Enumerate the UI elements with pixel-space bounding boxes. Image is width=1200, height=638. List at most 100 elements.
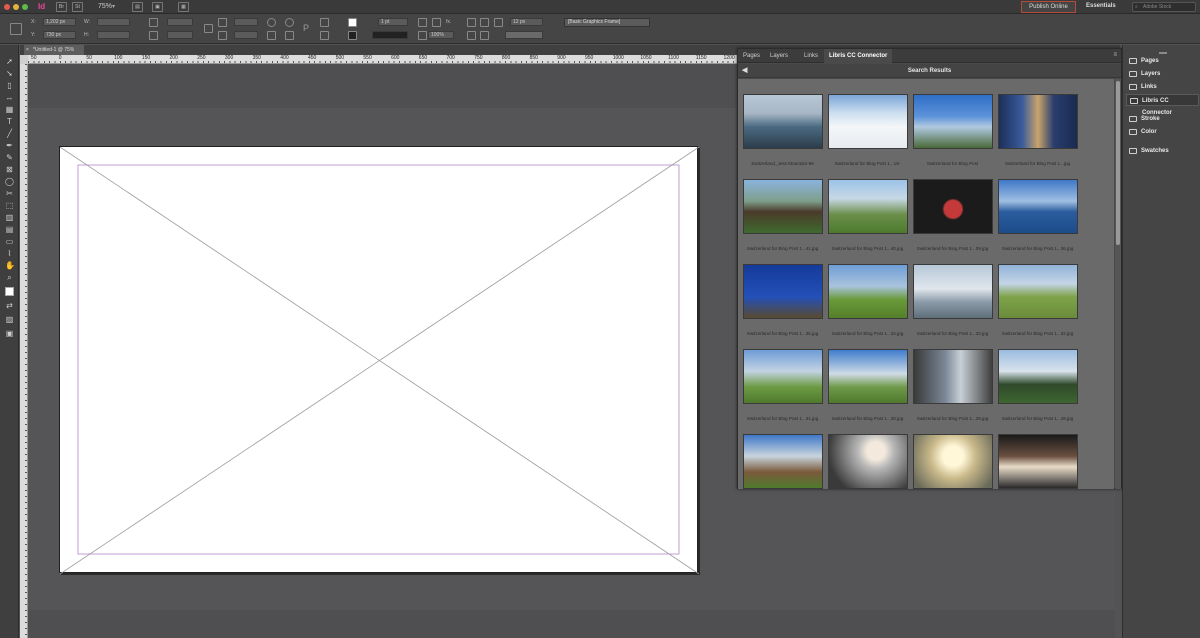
- stock-icon[interactable]: St: [72, 2, 83, 12]
- scale-y-field[interactable]: [167, 31, 193, 39]
- zoom-level[interactable]: 75%: [98, 3, 112, 10]
- vertical-ruler[interactable]: [20, 64, 28, 638]
- result-thumbnail[interactable]: Switzerland for Blog Post 1...19-: [825, 89, 910, 174]
- zoom-window-button[interactable]: [22, 4, 28, 10]
- document-page[interactable]: [59, 146, 699, 574]
- workspace-switcher[interactable]: Essentials: [1086, 3, 1116, 9]
- content-collector-icon[interactable]: ▦: [5, 105, 14, 114]
- horizontal-ruler[interactable]: 50 0 50 100 150 200 250 300 350 400 450 500 550 600 65…: [28, 55, 740, 64]
- panel-menu-icon[interactable]: ≡: [1113, 52, 1117, 58]
- result-thumbnail[interactable]: Switzerland_Jess Mountain-96: [740, 89, 825, 174]
- object-style-select[interactable]: [Basic Graphics Frame]: [564, 18, 650, 27]
- minimize-window-button[interactable]: [13, 4, 19, 10]
- result-thumbnail[interactable]: Switzerland for Blog Post 1...34.jpg: [825, 259, 910, 344]
- flip-vertical-icon[interactable]: [285, 31, 294, 40]
- result-thumbnail[interactable]: [740, 429, 825, 489]
- graphics-frame-placeholder[interactable]: [60, 147, 699, 574]
- search-input[interactable]: ⌕ Adobe Stock: [1132, 2, 1196, 12]
- direct-selection-tool-icon[interactable]: ➘: [5, 69, 14, 78]
- result-thumbnail[interactable]: Switzerland for Blog Post 1...40.jpg: [825, 174, 910, 259]
- result-thumbnail[interactable]: Switzerland for Blog Post 1...33.jpg: [910, 259, 995, 344]
- dock-item-libris-cc-connector[interactable]: Libris CC Connector: [1126, 94, 1199, 116]
- gradient-feather-icon[interactable]: ▤: [5, 225, 14, 234]
- arrange-documents-icon[interactable]: ▦: [178, 2, 189, 12]
- effects-icon[interactable]: [432, 18, 441, 27]
- bridge-icon[interactable]: Br: [56, 2, 67, 12]
- chevron-down-icon[interactable]: ▾: [112, 3, 115, 10]
- dock-item-pages[interactable]: Pages: [1126, 55, 1199, 67]
- dock-grip[interactable]: [1159, 52, 1167, 54]
- rectangle-frame-tool-icon[interactable]: ⊠: [5, 165, 14, 174]
- result-thumbnail[interactable]: Switzerland for Blog Post 1...30.jpg: [825, 344, 910, 429]
- free-transform-tool-icon[interactable]: ⬚: [5, 201, 14, 210]
- result-thumbnail[interactable]: [825, 429, 910, 489]
- back-arrow-icon[interactable]: ◀: [742, 64, 747, 78]
- zoom-tool-icon[interactable]: ⌕: [5, 273, 14, 282]
- pencil-tool-icon[interactable]: ✎: [5, 153, 14, 162]
- close-window-button[interactable]: [4, 4, 10, 10]
- screen-mode-icon[interactable]: ▣: [152, 2, 163, 12]
- dock-item-swatches[interactable]: Swatches: [1126, 145, 1199, 157]
- result-thumbnail[interactable]: Switzerland for Blog Post 1...jpg: [995, 89, 1080, 174]
- gutter-field[interactable]: 12 px: [510, 18, 543, 26]
- close-tab-icon[interactable]: ×: [26, 45, 29, 55]
- panel-scrollbar[interactable]: [1115, 79, 1121, 489]
- panel-scroll-thumb[interactable]: [1116, 81, 1120, 245]
- panel-tab-links[interactable]: Links: [799, 49, 823, 63]
- result-thumbnail[interactable]: Switzerland for Blog Post 1...41.jpg: [740, 174, 825, 259]
- corner-options-icon[interactable]: [494, 18, 503, 27]
- result-thumbnail[interactable]: Switzerland for Blog Post 1...09.jpg: [910, 174, 995, 259]
- ellipse-tool-icon[interactable]: ◯: [5, 177, 14, 186]
- fit-frame-icon[interactable]: [480, 31, 489, 40]
- swap-fill-stroke-icon[interactable]: ⇄: [5, 301, 14, 310]
- dock-item-layers[interactable]: Layers: [1126, 68, 1199, 80]
- result-thumbnail[interactable]: [995, 429, 1080, 489]
- gradient-tool-icon[interactable]: ▥: [5, 213, 14, 222]
- reference-point-icon[interactable]: [10, 23, 22, 35]
- pen-tool-icon[interactable]: ✒: [5, 141, 14, 150]
- ruler-origin[interactable]: [20, 55, 28, 64]
- stroke-swatch-icon[interactable]: [348, 31, 357, 40]
- fill-stroke-swatch-icon[interactable]: [5, 287, 14, 296]
- corner-shape-select[interactable]: [505, 31, 543, 39]
- dock-item-color[interactable]: Color: [1126, 126, 1199, 138]
- shear-field[interactable]: [234, 31, 258, 39]
- rotation-field[interactable]: [234, 18, 258, 26]
- panel-tab-libris-cc-connector[interactable]: Libris CC Connector: [824, 49, 893, 63]
- wrap-none-icon[interactable]: [467, 18, 476, 27]
- rotate-cw-icon[interactable]: [267, 18, 276, 27]
- rotate-ccw-icon[interactable]: [285, 18, 294, 27]
- result-thumbnail[interactable]: Switzerland for Blog Post 1...29.jpg: [910, 344, 995, 429]
- result-thumbnail[interactable]: Switzerland for Blog Post 1...31.jpg: [740, 344, 825, 429]
- type-tool-icon[interactable]: T: [5, 117, 14, 126]
- page-tool-icon[interactable]: ▯: [5, 81, 14, 90]
- scale-x-field[interactable]: [167, 18, 193, 26]
- fx-icon[interactable]: fx.: [446, 19, 451, 25]
- select-container-icon[interactable]: [320, 18, 329, 27]
- note-tool-icon[interactable]: ▭: [5, 237, 14, 246]
- fill-swatch-icon[interactable]: [348, 18, 357, 27]
- hand-tool-icon[interactable]: ✋: [5, 261, 15, 270]
- dock-item-stroke[interactable]: Stroke: [1126, 113, 1199, 125]
- height-field[interactable]: [97, 31, 130, 39]
- result-thumbnail[interactable]: Switzerland for Blog Post 1...28.jpg: [995, 344, 1080, 429]
- y-field[interactable]: 730 px: [43, 31, 76, 39]
- select-content-icon[interactable]: [320, 31, 329, 40]
- document-tab[interactable]: × *Untitled-1 @ 75%: [24, 45, 84, 55]
- view-options-icon[interactable]: ▤: [132, 2, 143, 12]
- stroke-type-select[interactable]: [372, 31, 408, 39]
- result-thumbnail[interactable]: Switzerland for Blog Post 1...36.jpg: [995, 174, 1080, 259]
- dock-item-links[interactable]: Links: [1126, 81, 1199, 93]
- width-field[interactable]: [97, 18, 130, 26]
- panel-tab-layers[interactable]: Layers: [765, 49, 793, 63]
- selection-tool-icon[interactable]: ➚: [5, 57, 14, 66]
- drop-shadow-icon[interactable]: [418, 18, 427, 27]
- constrain-proportions-icon[interactable]: [204, 24, 213, 33]
- scissors-tool-icon[interactable]: ✂: [5, 189, 14, 198]
- result-thumbnail[interactable]: Switzerland for Blog Post: [910, 89, 995, 174]
- apply-none-icon[interactable]: ▨: [5, 315, 14, 324]
- result-thumbnail[interactable]: Switzerland for Blog Post 1...32.jpg: [995, 259, 1080, 344]
- result-thumbnail[interactable]: Switzerland for Blog Post 1...35.jpg: [740, 259, 825, 344]
- screen-mode-icon-tool[interactable]: ▣: [5, 329, 14, 338]
- publish-online-button[interactable]: Publish Online: [1021, 1, 1076, 13]
